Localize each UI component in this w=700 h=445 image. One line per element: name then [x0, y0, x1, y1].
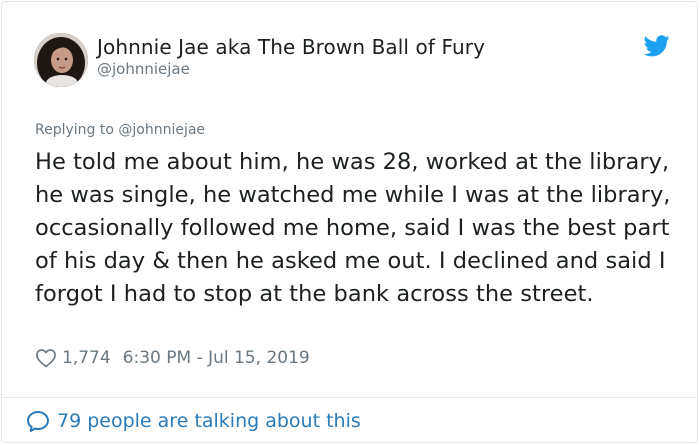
- avatar[interactable]: [34, 33, 88, 87]
- conversation-link-label: 79 people are talking about this: [57, 410, 361, 432]
- author-handle[interactable]: @johnniejae: [97, 60, 190, 78]
- embedded-tweet-card: Johnnie Jae aka The Brown Ball of Fury @…: [1, 1, 698, 443]
- replying-to-label[interactable]: Replying to @johnniejae: [35, 122, 205, 138]
- speech-bubble-icon: [27, 410, 49, 432]
- profile-photo: [34, 33, 88, 87]
- heart-icon[interactable]: [35, 348, 57, 368]
- divider: [2, 397, 697, 398]
- tweet-meta: 1,774 6:30 PM - Jul 15, 2019: [35, 346, 310, 370]
- author-display-name[interactable]: Johnnie Jae aka The Brown Ball of Fury: [97, 35, 485, 59]
- twitter-bird-icon[interactable]: [644, 35, 670, 57]
- tweet-timestamp[interactable]: 6:30 PM - Jul 15, 2019: [123, 348, 310, 368]
- like-count[interactable]: 1,774: [62, 348, 111, 368]
- conversation-link[interactable]: 79 people are talking about this: [26, 408, 361, 434]
- tweet-text: He told me about him, he was 28, worked …: [35, 149, 671, 307]
